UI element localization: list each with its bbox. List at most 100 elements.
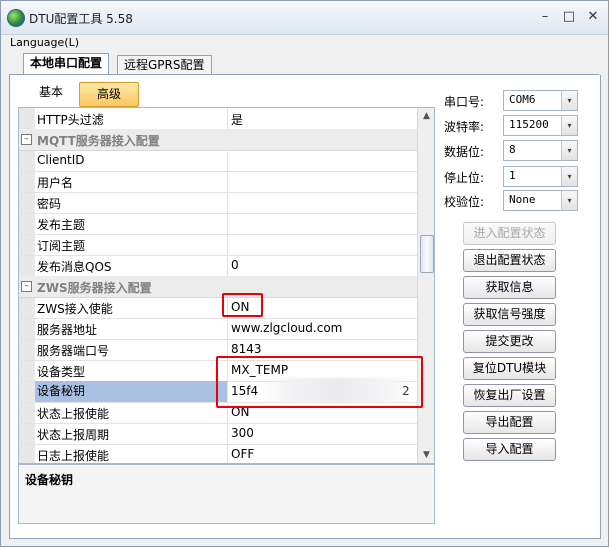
column-divider — [227, 255, 228, 276]
serial-select-value: None — [509, 193, 536, 206]
scroll-up-icon[interactable]: ▲ — [418, 108, 434, 124]
highlight-box-device-info — [216, 356, 423, 408]
serial-select-value: 1 — [509, 169, 516, 182]
grid-property-row[interactable]: HTTP头过滤 是 — [19, 108, 417, 130]
tab-local-serial[interactable]: 本地串口配置 — [23, 53, 110, 76]
serial-label: 停止位: — [444, 171, 485, 185]
action-button[interactable]: 提交更改 — [463, 330, 556, 353]
property-grid[interactable]: HTTP头过滤是 – MQTT服务器接入配置 ClientID 用户名 密码 发布主题 订阅主… — [18, 107, 435, 464]
property-name: 发布主题 — [37, 218, 86, 232]
serial-select-value: COM6 — [509, 93, 536, 106]
grid-property-row[interactable]: 日志上报使能 OFF — [19, 444, 417, 463]
column-divider — [227, 171, 228, 192]
property-name: ClientID — [37, 153, 85, 167]
grid-category-row[interactable]: – ZWS服务器接入配置 — [19, 276, 417, 298]
column-divider — [227, 234, 228, 255]
serial-select-value: 115200 — [509, 118, 549, 131]
column-divider — [227, 108, 228, 129]
column-divider — [227, 423, 228, 444]
grid-property-row[interactable]: 密码 — [19, 192, 417, 214]
grid-property-row[interactable]: 状态上报周期 300 — [19, 423, 417, 445]
serial-label: 校验位: — [444, 195, 485, 209]
serial-select[interactable]: None ▾ — [503, 190, 578, 211]
dropdown-arrow-icon[interactable]: ▾ — [561, 141, 577, 160]
property-name: 日志上报使能 — [37, 449, 110, 463]
action-button[interactable]: 导入配置 — [463, 438, 556, 461]
grid-category-row[interactable]: – MQTT服务器接入配置 — [19, 129, 417, 151]
scroll-thumb[interactable] — [420, 235, 434, 273]
property-value[interactable]: www.zlgcloud.com — [231, 321, 411, 335]
action-button[interactable]: 获取信号强度 — [463, 303, 556, 326]
property-name: 设备秘钥 — [35, 381, 227, 402]
serial-label: 串口号: — [444, 95, 485, 109]
property-name: 订阅主题 — [37, 239, 86, 253]
property-value[interactable]: OFF — [231, 447, 411, 461]
dropdown-arrow-icon[interactable]: ▾ — [561, 167, 577, 186]
property-value[interactable]: 300 — [231, 426, 411, 440]
column-divider — [227, 192, 228, 213]
subtab-advanced[interactable]: 高级 — [79, 82, 139, 107]
property-name: 状态上报周期 — [37, 428, 110, 442]
serial-select-value: 8 — [509, 143, 516, 156]
property-name: 设备类型 — [37, 365, 86, 379]
grid-property-row[interactable]: 订阅主题 — [19, 234, 417, 256]
maximize-button[interactable]: □ — [557, 5, 581, 29]
highlight-box-zws-enable — [222, 293, 263, 317]
property-value[interactable]: 是 — [231, 111, 411, 128]
column-divider — [227, 213, 228, 234]
action-button[interactable]: 复位DTU模块 — [463, 357, 556, 380]
description-pane: 设备秘钥 — [18, 464, 435, 524]
dropdown-arrow-icon[interactable]: ▾ — [561, 191, 577, 210]
close-button[interactable]: ✕ — [581, 5, 605, 29]
property-name: 服务器端口号 — [37, 344, 110, 358]
action-button[interactable]: 获取信息 — [463, 276, 556, 299]
menu-bar: Language(L) — [1, 35, 608, 53]
tab-remote-gprs[interactable]: 远程GPRS配置 — [117, 55, 212, 75]
property-name: ZWS接入使能 — [37, 302, 113, 316]
column-divider — [227, 318, 228, 339]
main-tabs: 本地串口配置 远程GPRS配置 — [1, 53, 608, 76]
dropdown-arrow-icon[interactable]: ▾ — [561, 116, 577, 135]
grid-property-row[interactable]: ClientID — [19, 150, 417, 172]
serial-label: 波特率: — [444, 120, 485, 134]
property-name: 服务器地址 — [37, 323, 98, 337]
property-name: HTTP头过滤 — [37, 113, 104, 127]
title-bar[interactable]: DTU配置工具 5.58 – □ ✕ — [1, 1, 608, 35]
serial-select[interactable]: 8 ▾ — [503, 140, 578, 161]
grid-property-row[interactable]: 服务器地址 www.zlgcloud.com — [19, 318, 417, 340]
dropdown-arrow-icon[interactable]: ▾ — [561, 91, 577, 110]
grid-scrollbar[interactable]: ▲ ▼ — [417, 108, 434, 463]
grid-property-row[interactable]: 发布主题 — [19, 213, 417, 235]
minimize-button[interactable]: – — [533, 5, 557, 29]
property-name: 发布消息QOS — [37, 260, 112, 274]
property-value[interactable]: 8143 — [231, 342, 411, 356]
action-button[interactable]: 恢复出厂设置 — [463, 384, 556, 407]
serial-select[interactable]: 1 ▾ — [503, 166, 578, 187]
property-value[interactable]: 0 — [231, 258, 411, 272]
scroll-down-icon[interactable]: ▼ — [418, 447, 434, 463]
property-name: 用户名 — [37, 176, 74, 190]
serial-select[interactable]: COM6 ▾ — [503, 90, 578, 111]
property-name: 密码 — [37, 197, 62, 211]
collapse-toggle-icon[interactable]: – — [21, 281, 32, 292]
column-divider — [227, 444, 228, 463]
globe-app-icon — [7, 9, 25, 27]
subtab-basic[interactable]: 基本 — [25, 82, 77, 102]
menu-language[interactable]: Language(L) — [10, 36, 79, 49]
action-button[interactable]: 退出配置状态 — [463, 249, 556, 272]
serial-label: 数据位: — [444, 145, 485, 159]
window-title: DTU配置工具 5.58 — [29, 12, 133, 26]
category-label: ZWS服务器接入配置 — [37, 281, 152, 295]
grid-property-row[interactable]: ZWS接入使能 ON — [19, 297, 417, 319]
app-window: DTU配置工具 5.58 – □ ✕ Language(L) 本地串口配置 远程… — [0, 0, 609, 547]
description-title: 设备秘钥 — [25, 473, 74, 487]
collapse-toggle-icon[interactable]: – — [21, 134, 32, 145]
column-divider — [227, 150, 228, 171]
grid-property-row[interactable]: 发布消息QOS 0 — [19, 255, 417, 277]
property-name: 状态上报使能 — [37, 407, 110, 421]
grid-property-row[interactable]: 用户名 — [19, 171, 417, 193]
serial-select[interactable]: 115200 ▾ — [503, 115, 578, 136]
action-button[interactable]: 导出配置 — [463, 411, 556, 434]
category-label: MQTT服务器接入配置 — [37, 134, 160, 148]
action-button[interactable]: 进入配置状态 — [463, 222, 556, 245]
